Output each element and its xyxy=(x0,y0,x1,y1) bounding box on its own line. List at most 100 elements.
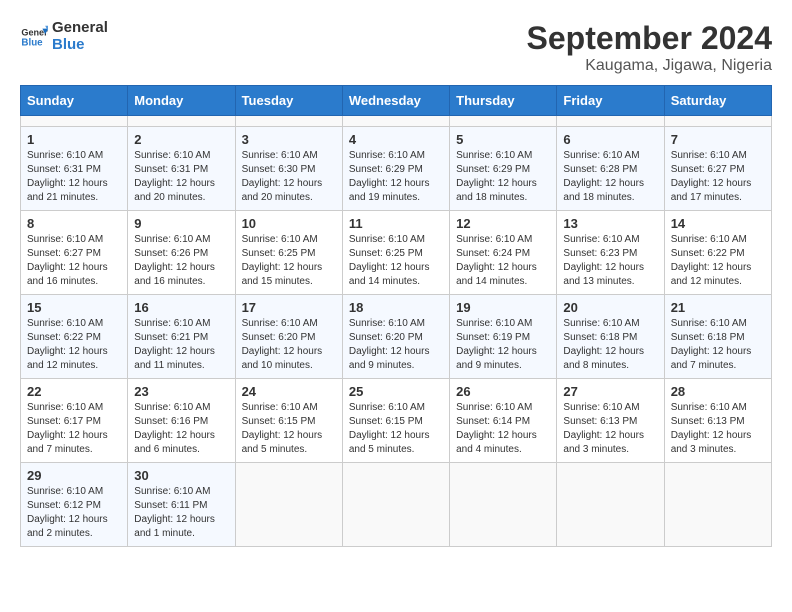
calendar-cell xyxy=(664,116,771,127)
day-number: 21 xyxy=(671,300,765,315)
day-info: Sunrise: 6:10 AMSunset: 6:27 PMDaylight:… xyxy=(27,233,121,289)
day-number: 20 xyxy=(563,300,657,315)
calendar-cell: 20 Sunrise: 6:10 AMSunset: 6:18 PMDayligh… xyxy=(557,295,664,379)
day-info: Sunrise: 6:10 AMSunset: 6:18 PMDaylight:… xyxy=(563,317,657,373)
day-number: 15 xyxy=(27,300,121,315)
day-number: 18 xyxy=(349,300,443,315)
day-info: Sunrise: 6:10 AMSunset: 6:13 PMDaylight:… xyxy=(563,401,657,457)
column-header-wednesday: Wednesday xyxy=(342,86,449,116)
day-number: 12 xyxy=(456,216,550,231)
day-info: Sunrise: 6:10 AMSunset: 6:23 PMDaylight:… xyxy=(563,233,657,289)
calendar-cell: 4 Sunrise: 6:10 AMSunset: 6:29 PMDaylight… xyxy=(342,127,449,211)
day-number: 28 xyxy=(671,384,765,399)
title-block: September 2024 Kaugama, Jigawa, Nigeria xyxy=(527,20,772,75)
calendar-cell xyxy=(342,116,449,127)
calendar-cell: 1 Sunrise: 6:10 AMSunset: 6:31 PMDaylight… xyxy=(21,127,128,211)
day-number: 4 xyxy=(349,132,443,147)
day-info: Sunrise: 6:10 AMSunset: 6:15 PMDaylight:… xyxy=(242,401,336,457)
day-info: Sunrise: 6:10 AMSunset: 6:21 PMDaylight:… xyxy=(134,317,228,373)
day-number: 6 xyxy=(563,132,657,147)
day-info: Sunrise: 6:10 AMSunset: 6:28 PMDaylight:… xyxy=(563,149,657,205)
calendar-cell: 30Sunrise: 6:10 AMSunset: 6:11 PMDayligh… xyxy=(128,463,235,547)
logo-icon: General Blue xyxy=(20,23,48,51)
day-info: Sunrise: 6:10 AMSunset: 6:16 PMDaylight:… xyxy=(134,401,228,457)
day-info: Sunrise: 6:10 AMSunset: 6:31 PMDaylight:… xyxy=(134,149,228,205)
calendar-cell: 28 Sunrise: 6:10 AMSunset: 6:13 PMDayligh… xyxy=(664,379,771,463)
calendar-cell xyxy=(450,116,557,127)
day-info: Sunrise: 6:10 AMSunset: 6:31 PMDaylight:… xyxy=(27,149,121,205)
column-header-saturday: Saturday xyxy=(664,86,771,116)
logo-blue: Blue xyxy=(52,37,108,54)
calendar-cell: 8 Sunrise: 6:10 AMSunset: 6:27 PMDaylight… xyxy=(21,211,128,295)
day-number: 22 xyxy=(27,384,121,399)
calendar-cell xyxy=(557,463,664,547)
day-info: Sunrise: 6:10 AMSunset: 6:22 PMDaylight:… xyxy=(27,317,121,373)
calendar-cell: 2 Sunrise: 6:10 AMSunset: 6:31 PMDaylight… xyxy=(128,127,235,211)
calendar-cell xyxy=(342,463,449,547)
day-info: Sunrise: 6:10 AMSunset: 6:25 PMDaylight:… xyxy=(242,233,336,289)
calendar-cell xyxy=(235,463,342,547)
calendar-cell xyxy=(128,116,235,127)
location: Kaugama, Jigawa, Nigeria xyxy=(527,57,772,75)
day-number: 8 xyxy=(27,216,121,231)
day-info: Sunrise: 6:10 AMSunset: 6:24 PMDaylight:… xyxy=(456,233,550,289)
day-info: Sunrise: 6:10 AMSunset: 6:26 PMDaylight:… xyxy=(134,233,228,289)
day-info: Sunrise: 6:10 AMSunset: 6:27 PMDaylight:… xyxy=(671,149,765,205)
day-info: Sunrise: 6:10 AMSunset: 6:20 PMDaylight:… xyxy=(349,317,443,373)
day-number: 14 xyxy=(671,216,765,231)
calendar-cell: 18 Sunrise: 6:10 AMSunset: 6:20 PMDayligh… xyxy=(342,295,449,379)
svg-text:Blue: Blue xyxy=(21,37,43,48)
day-number: 5 xyxy=(456,132,550,147)
day-info: Sunrise: 6:10 AMSunset: 6:13 PMDaylight:… xyxy=(671,401,765,457)
day-info: Sunrise: 6:10 AMSunset: 6:11 PMDaylight:… xyxy=(134,485,228,541)
day-info: Sunrise: 6:10 AMSunset: 6:25 PMDaylight:… xyxy=(349,233,443,289)
day-info: Sunrise: 6:10 AMSunset: 6:17 PMDaylight:… xyxy=(27,401,121,457)
day-number: 7 xyxy=(671,132,765,147)
calendar-cell: 22 Sunrise: 6:10 AMSunset: 6:17 PMDayligh… xyxy=(21,379,128,463)
calendar-header-row: SundayMondayTuesdayWednesdayThursdayFrid… xyxy=(21,86,772,116)
day-number: 11 xyxy=(349,216,443,231)
calendar-cell: 9Sunrise: 6:10 AMSunset: 6:26 PMDaylight… xyxy=(128,211,235,295)
calendar-cell: 10Sunrise: 6:10 AMSunset: 6:25 PMDayligh… xyxy=(235,211,342,295)
calendar-cell: 15 Sunrise: 6:10 AMSunset: 6:22 PMDayligh… xyxy=(21,295,128,379)
calendar-cell: 6 Sunrise: 6:10 AMSunset: 6:28 PMDaylight… xyxy=(557,127,664,211)
day-info: Sunrise: 6:10 AMSunset: 6:22 PMDaylight:… xyxy=(671,233,765,289)
calendar-cell: 26 Sunrise: 6:10 AMSunset: 6:14 PMDayligh… xyxy=(450,379,557,463)
calendar-week-6: 29 Sunrise: 6:10 AMSunset: 6:12 PMDayligh… xyxy=(21,463,772,547)
calendar-cell xyxy=(557,116,664,127)
day-number: 29 xyxy=(27,468,121,483)
day-info: Sunrise: 6:10 AMSunset: 6:29 PMDaylight:… xyxy=(349,149,443,205)
calendar-cell: 3Sunrise: 6:10 AMSunset: 6:30 PMDaylight… xyxy=(235,127,342,211)
calendar-cell: 7 Sunrise: 6:10 AMSunset: 6:27 PMDaylight… xyxy=(664,127,771,211)
day-number: 2 xyxy=(134,132,228,147)
calendar-cell: 23 Sunrise: 6:10 AMSunset: 6:16 PMDayligh… xyxy=(128,379,235,463)
day-number: 23 xyxy=(134,384,228,399)
day-info: Sunrise: 6:10 AMSunset: 6:20 PMDaylight:… xyxy=(242,317,336,373)
day-number: 1 xyxy=(27,132,121,147)
column-header-thursday: Thursday xyxy=(450,86,557,116)
calendar-cell xyxy=(664,463,771,547)
calendar-week-5: 22 Sunrise: 6:10 AMSunset: 6:17 PMDayligh… xyxy=(21,379,772,463)
calendar-cell: 27 Sunrise: 6:10 AMSunset: 6:13 PMDayligh… xyxy=(557,379,664,463)
calendar-week-4: 15 Sunrise: 6:10 AMSunset: 6:22 PMDayligh… xyxy=(21,295,772,379)
calendar-cell: 25Sunrise: 6:10 AMSunset: 6:15 PMDayligh… xyxy=(342,379,449,463)
calendar-week-1 xyxy=(21,116,772,127)
day-info: Sunrise: 6:10 AMSunset: 6:14 PMDaylight:… xyxy=(456,401,550,457)
day-number: 16 xyxy=(134,300,228,315)
calendar-cell: 12 Sunrise: 6:10 AMSunset: 6:24 PMDayligh… xyxy=(450,211,557,295)
day-number: 17 xyxy=(242,300,336,315)
calendar-cell xyxy=(450,463,557,547)
logo-general: General xyxy=(52,20,108,37)
day-info: Sunrise: 6:10 AMSunset: 6:19 PMDaylight:… xyxy=(456,317,550,373)
logo: General Blue General Blue xyxy=(20,20,108,53)
day-number: 27 xyxy=(563,384,657,399)
day-number: 26 xyxy=(456,384,550,399)
day-info: Sunrise: 6:10 AMSunset: 6:12 PMDaylight:… xyxy=(27,485,121,541)
day-info: Sunrise: 6:10 AMSunset: 6:15 PMDaylight:… xyxy=(349,401,443,457)
calendar-cell: 5 Sunrise: 6:10 AMSunset: 6:29 PMDaylight… xyxy=(450,127,557,211)
day-info: Sunrise: 6:10 AMSunset: 6:29 PMDaylight:… xyxy=(456,149,550,205)
day-info: Sunrise: 6:10 AMSunset: 6:30 PMDaylight:… xyxy=(242,149,336,205)
calendar-table: SundayMondayTuesdayWednesdayThursdayFrid… xyxy=(20,85,772,547)
calendar-week-2: 1 Sunrise: 6:10 AMSunset: 6:31 PMDaylight… xyxy=(21,127,772,211)
calendar-cell xyxy=(21,116,128,127)
